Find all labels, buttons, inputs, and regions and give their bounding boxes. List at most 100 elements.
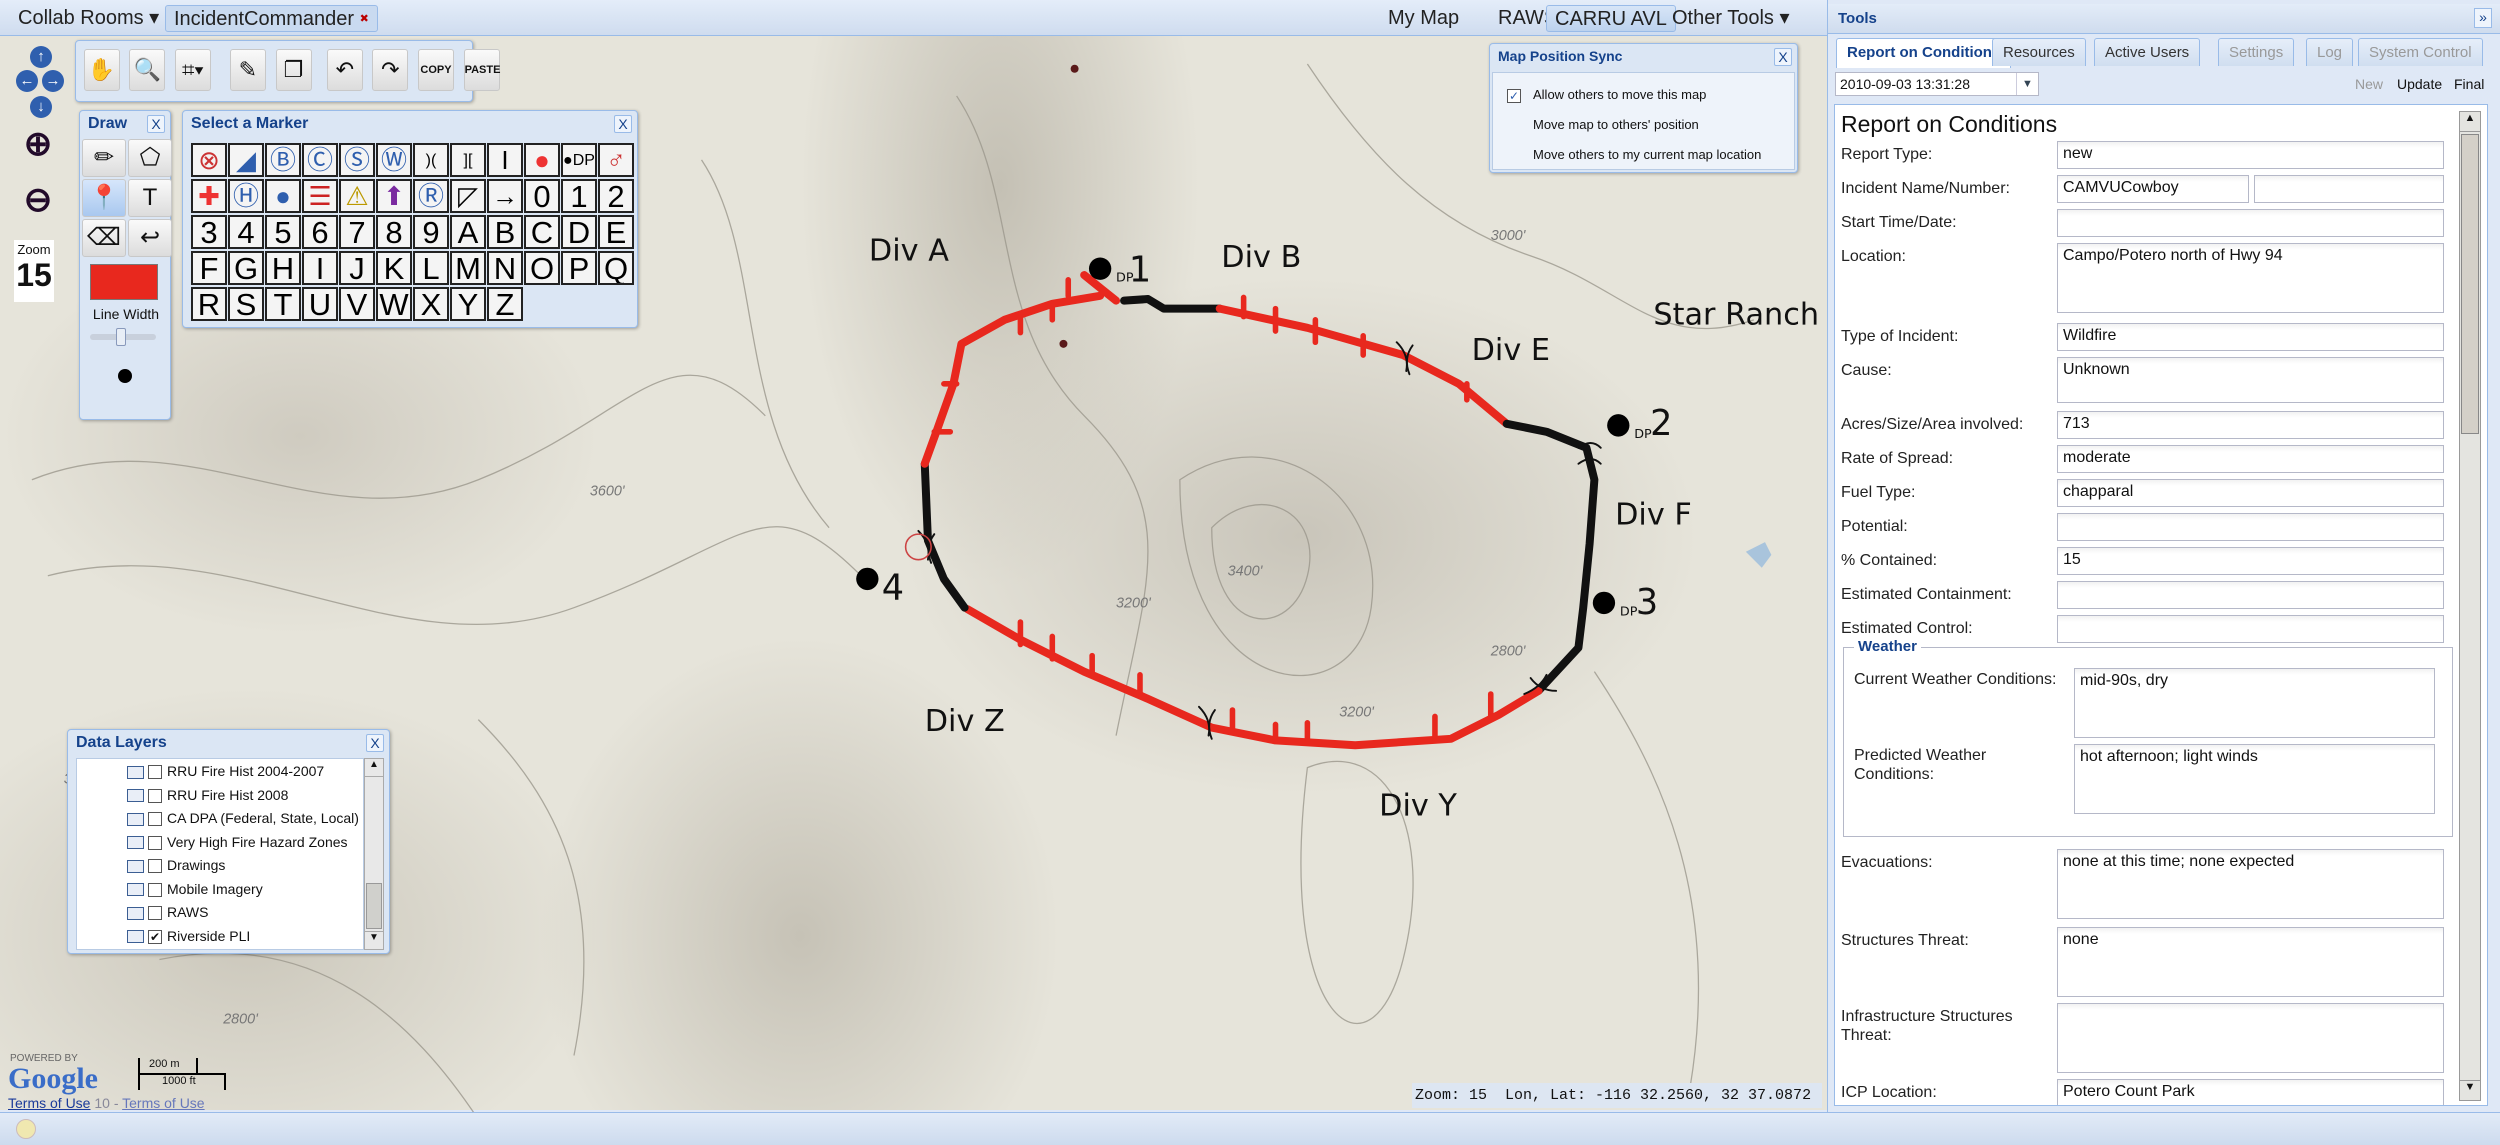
layer-checkbox[interactable] [148,788,162,803]
incident-name-number-number-field[interactable] [2254,175,2444,203]
layer-properties-icon[interactable] [127,836,144,850]
marker-option[interactable]: ][ [450,143,486,177]
tab-resources[interactable]: Resources [1992,38,2086,66]
marker-option[interactable]: Y [450,287,486,321]
layer-item[interactable]: Very High Fire Hazard Zones [127,830,348,854]
incident-name-number-field[interactable]: CAMVUCowboy [2057,175,2249,203]
marker-option[interactable]: A [450,215,486,249]
marker-option[interactable]: ⬆ [376,179,412,213]
marker-option[interactable]: D [561,215,597,249]
magnifier-button[interactable]: 🔍 [129,49,166,91]
undo-button[interactable]: ↶ [326,49,363,91]
allow-move-label[interactable]: Allow others to move this map [1533,87,1706,102]
crop-button[interactable]: ⌗▾ [174,49,211,91]
pan-down-icon[interactable]: ↓ [30,96,52,118]
marker-option[interactable]: 4 [228,215,264,249]
marker-option[interactable]: Ⓢ [339,143,375,177]
move-to-others-link[interactable]: Move map to others' position [1533,117,1699,132]
marker-option[interactable]: V [339,287,375,321]
marker-option[interactable]: I [302,251,338,285]
rate-of-spread-field[interactable]: moderate [2057,445,2444,473]
marker-option[interactable]: I [487,143,523,177]
marker-option[interactable]: ● [265,179,301,213]
layer-item[interactable]: RRU Fire Hist 2008 [127,783,288,807]
scroll-down-icon[interactable]: ▼ [2460,1080,2480,1100]
allow-move-checkbox[interactable]: ✓ [1507,87,1526,103]
marker-option[interactable]: N [487,251,523,285]
marker-option[interactable]: 7 [339,215,375,249]
marker-option[interactable]: Ⓑ [265,143,301,177]
marker-option[interactable]: P [561,251,597,285]
form-scrollbar[interactable]: ▲ ▼ [2459,111,2481,1101]
marker-option[interactable]: 9 [413,215,449,249]
scroll-up-icon[interactable]: ▲ [2460,112,2480,132]
carru-avl-button[interactable]: CARRU AVL [1546,5,1676,32]
collab-rooms-menu[interactable]: Collab Rooms ▾ [10,5,167,32]
layer-properties-icon[interactable] [127,859,144,873]
infrastructure-structures-threat-field[interactable] [2057,1003,2444,1073]
layer-properties-icon[interactable] [127,789,144,803]
redo-button[interactable]: ↷ [372,49,409,91]
marker-option[interactable]: → [487,179,523,213]
layer-checkbox[interactable] [148,835,162,850]
marker-option[interactable]: ⊗ [191,143,227,177]
marker-option[interactable]: 8 [376,215,412,249]
marker-option[interactable]: Q [598,251,634,285]
eraser-tool[interactable]: ⌫ [82,219,126,257]
polygon-tool[interactable]: ⬠ [128,139,172,177]
layer-properties-icon[interactable] [127,906,144,920]
layer-item[interactable]: CA DPA (Federal, State, Local) [127,806,359,830]
type-of-incident-field[interactable]: Wildfire [2057,323,2444,351]
marker-option[interactable]: W [376,287,412,321]
icp-location-field[interactable]: Potero Count Park [2057,1079,2444,1105]
marker-option[interactable]: C [524,215,560,249]
marker-option[interactable]: S [228,287,264,321]
acres-size-area-involved-field[interactable]: 713 [2057,411,2444,439]
marker-option[interactable]: 6 [302,215,338,249]
start-time-date-field[interactable] [2057,209,2444,237]
marker-option[interactable]: 3 [191,215,227,249]
terms-of-use-link[interactable]: Terms of Use [8,1095,90,1111]
hand-button[interactable]: ✋ [83,49,120,91]
pencil-tool[interactable]: ✏ [82,139,126,177]
current-weather-field[interactable]: mid-90s, dry [2074,668,2435,738]
marker-option[interactable]: 5 [265,215,301,249]
marker-option[interactable]: 2 [598,179,634,213]
copy-button[interactable]: COPY [418,49,454,91]
layer-properties-icon[interactable] [127,930,144,944]
new-button[interactable]: New [2355,76,2383,92]
other-tools-menu[interactable]: Other Tools ▾ [1664,5,1798,32]
close-icon[interactable]: X [366,734,384,752]
pan-right-icon[interactable]: → [42,70,64,92]
close-icon[interactable]: X [1774,48,1792,66]
layer-checkbox[interactable] [148,765,162,780]
structures-threat-field[interactable]: none [2057,927,2444,997]
chat-icon[interactable] [16,1119,36,1139]
marker-option[interactable]: X [413,287,449,321]
marker-option[interactable]: ♂ [598,143,634,177]
zoom-out-icon[interactable]: ⊖ [16,180,60,230]
marker-option[interactable]: T [265,287,301,321]
marker-pin-tool[interactable]: 📍 [82,179,126,217]
layer-checkbox[interactable]: ✔ [148,929,162,944]
layer-checkbox[interactable] [148,906,162,921]
final-button[interactable]: Final [2454,76,2484,92]
marker-option[interactable]: E [598,215,634,249]
text-tool[interactable]: T [128,179,172,217]
marker-option[interactable]: Ⓡ [413,179,449,213]
fuel-type-field[interactable]: chapparal [2057,479,2444,507]
layer-item[interactable]: Mobile Imagery [127,877,263,901]
cause-field[interactable]: Unknown [2057,357,2444,403]
estimated-containment-field[interactable] [2057,581,2444,609]
marker-option[interactable]: Z [487,287,523,321]
evacuations-field[interactable]: none at this time; none expected [2057,849,2444,919]
marker-option[interactable]: ● [524,143,560,177]
layer-properties-icon[interactable] [127,883,144,897]
marker-option[interactable]: 1 [561,179,597,213]
scroll-down-icon[interactable]: ▼ [365,931,383,949]
marker-option[interactable]: Ⓒ [302,143,338,177]
marker-option[interactable]: L [413,251,449,285]
marker-option[interactable]: ◢ [228,143,264,177]
estimated-control-field[interactable] [2057,615,2444,643]
marker-option[interactable]: )( [413,143,449,177]
